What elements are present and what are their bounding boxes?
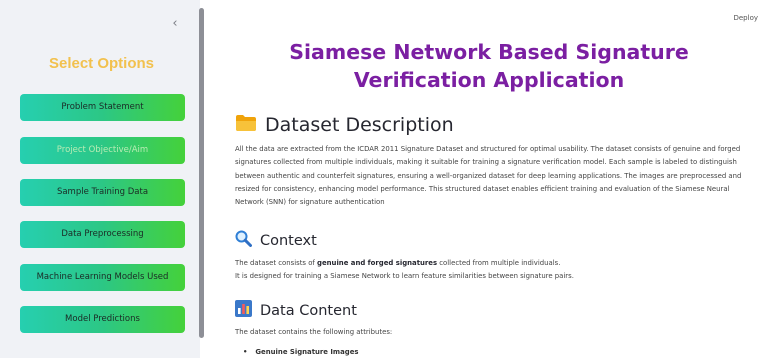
bar-chart-icon (235, 300, 252, 321)
folder-icon (235, 114, 257, 136)
context-heading-text: Context (260, 232, 317, 249)
sidebar-scrollbar[interactable] (199, 8, 204, 338)
page-title: Siamese Network Based Signature Verifica… (289, 40, 689, 92)
dataset-heading-text: Dataset Description (265, 114, 454, 136)
list-item: Genuine Signature Images (243, 348, 358, 356)
collapse-sidebar-icon[interactable]: ‹ (168, 16, 182, 32)
deploy-button[interactable]: Deploy (733, 14, 758, 22)
data-preprocessing-button[interactable]: Data Preprocessing (20, 221, 185, 248)
dataset-heading: Dataset Description (235, 114, 454, 136)
dataset-description: All the data are extracted from the ICDA… (235, 145, 742, 207)
main-content: Deploy Siamese Network Based Signature V… (205, 0, 770, 358)
magnifier-icon (235, 230, 252, 251)
model-predictions-button[interactable]: Model Predictions (20, 306, 185, 333)
ml-models-used-button[interactable]: Machine Learning Models Used (20, 264, 185, 291)
sample-training-data-button[interactable]: Sample Training Data (20, 179, 185, 206)
context-line-1: The dataset consists of genuine and forg… (235, 259, 561, 267)
context-line-2: It is designed for training a Siamese Ne… (235, 272, 574, 280)
data-content-heading: Data Content (235, 300, 357, 321)
context-heading: Context (235, 230, 317, 251)
data-content-heading-text: Data Content (260, 302, 357, 319)
sidebar-title: Select Options (48, 55, 155, 72)
data-content-intro: The dataset contains the following attri… (235, 328, 393, 336)
project-objective-button[interactable]: Project Objective/Aim (20, 137, 185, 164)
problem-statement-button[interactable]: Problem Statement (20, 94, 185, 121)
sidebar: ‹ Select Options Problem Statement Proje… (0, 0, 200, 358)
